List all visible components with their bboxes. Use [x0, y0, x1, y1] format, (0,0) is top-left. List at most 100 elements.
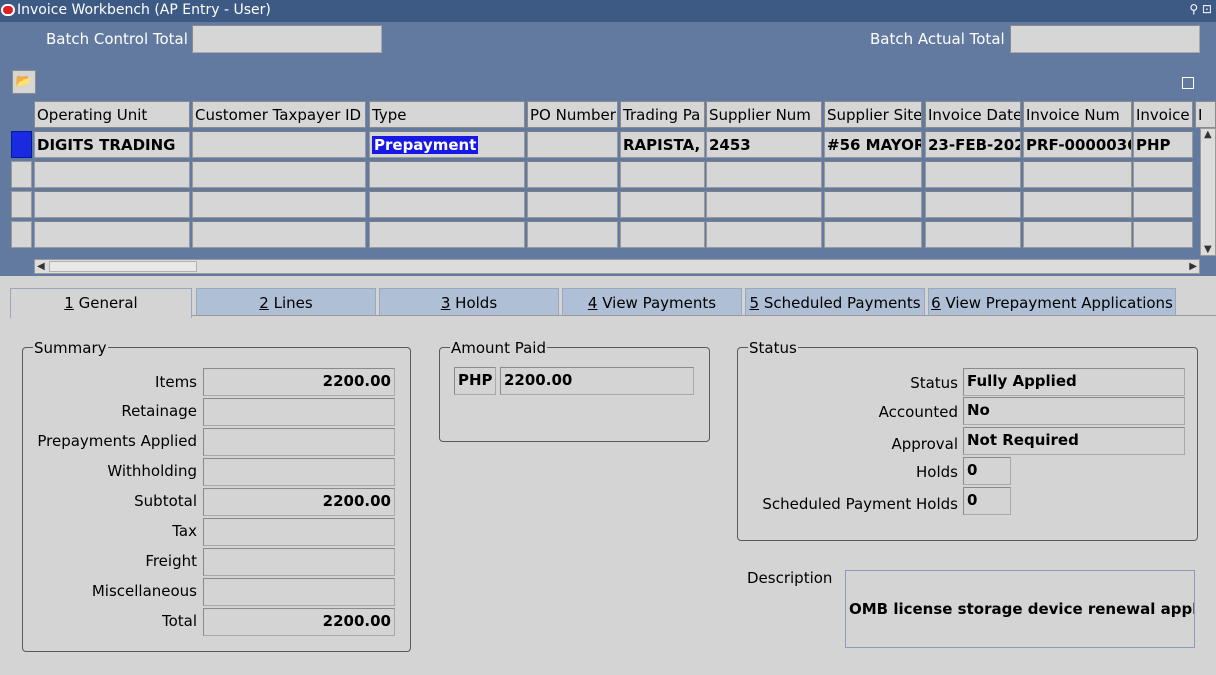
scrollbar-thumb[interactable]	[49, 261, 197, 272]
col-operating-unit[interactable]: Operating Unit	[34, 101, 190, 128]
tab-holds[interactable]: 3 Holds	[379, 288, 559, 316]
scroll-down-icon[interactable]: ▼	[1204, 244, 1212, 255]
tab-mnemonic: 6	[931, 294, 941, 312]
tab-view-payments[interactable]: 4 View Payments	[562, 288, 742, 316]
cell-invoice-num[interactable]: PRF-0000036	[1023, 131, 1132, 158]
freight-field[interactable]	[203, 548, 395, 576]
status-title: Status	[748, 339, 798, 357]
tax-label: Tax	[172, 522, 197, 540]
table-cell[interactable]	[620, 161, 705, 188]
table-cell[interactable]	[1133, 221, 1193, 248]
row-selector[interactable]	[11, 191, 32, 218]
row-selector[interactable]	[11, 161, 32, 188]
table-cell[interactable]	[34, 191, 190, 218]
table-cell[interactable]	[192, 221, 366, 248]
col-supplier-site[interactable]: Supplier Site	[824, 101, 922, 128]
items-field[interactable]: 2200.00	[203, 368, 395, 396]
col-invoice-num[interactable]: Invoice Num	[1023, 101, 1132, 128]
table-cell[interactable]	[192, 161, 366, 188]
cell-supplier-num[interactable]: 2453	[706, 131, 822, 158]
col-invoice-currency[interactable]: Invoice	[1133, 101, 1193, 128]
table-cell[interactable]	[527, 161, 618, 188]
scroll-up-icon[interactable]: ▲	[1204, 129, 1212, 140]
prepayments-applied-label: Prepayments Applied	[37, 432, 197, 450]
horizontal-scrollbar[interactable]: ◀ ▶	[34, 259, 1200, 274]
cell-type[interactable]: Prepayment	[369, 131, 525, 158]
oracle-logo-icon	[1, 4, 15, 16]
amount-paid-currency[interactable]: PHP	[454, 367, 496, 395]
table-cell[interactable]	[1023, 221, 1132, 248]
row-selector[interactable]	[11, 221, 32, 248]
table-cell[interactable]	[706, 191, 822, 218]
table-cell[interactable]	[192, 191, 366, 218]
cell-invoice-currency[interactable]: PHP	[1133, 131, 1193, 158]
scheduled-payment-holds-field[interactable]: 0	[963, 487, 1011, 515]
table-cell[interactable]	[824, 161, 922, 188]
window-controls[interactable]: ⚲ ⊡	[1189, 2, 1212, 16]
subtotal-field[interactable]: 2200.00	[203, 488, 395, 516]
miscellaneous-label: Miscellaneous	[91, 582, 197, 600]
col-trading-partner[interactable]: Trading Pa	[620, 101, 705, 128]
cell-supplier-site[interactable]: #56 MAYOR	[824, 131, 922, 158]
tab-general[interactable]: 1 General	[10, 288, 192, 318]
approval-field[interactable]: Not Required	[963, 427, 1185, 455]
row-selector-active[interactable]	[11, 131, 32, 158]
cell-trading-partner[interactable]: RAPISTA,	[620, 131, 705, 158]
table-cell[interactable]	[706, 221, 822, 248]
total-field[interactable]: 2200.00	[203, 608, 395, 636]
table-cell[interactable]	[620, 191, 705, 218]
accounted-field[interactable]: No	[963, 397, 1185, 425]
table-cell[interactable]	[34, 221, 190, 248]
cell-po-number[interactable]	[527, 131, 618, 158]
table-cell[interactable]	[527, 221, 618, 248]
table-cell[interactable]	[824, 221, 922, 248]
batch-actual-total-label: Batch Actual Total	[870, 30, 1005, 48]
batch-actual-total-field[interactable]	[1010, 25, 1200, 53]
table-cell[interactable]	[369, 161, 525, 188]
withholding-field[interactable]	[203, 458, 395, 486]
retainage-field[interactable]	[203, 398, 395, 426]
withholding-label: Withholding	[107, 462, 197, 480]
cell-customer-taxpayer-id[interactable]	[192, 131, 366, 158]
table-cell[interactable]	[925, 191, 1021, 218]
tax-field[interactable]	[203, 518, 395, 546]
col-invoice-date[interactable]: Invoice Date	[925, 101, 1021, 128]
batch-control-total-field[interactable]	[192, 25, 382, 53]
col-customer-taxpayer-id[interactable]: Customer Taxpayer ID	[192, 101, 366, 128]
miscellaneous-field[interactable]	[203, 578, 395, 606]
table-cell[interactable]	[706, 161, 822, 188]
table-cell[interactable]	[1023, 161, 1132, 188]
table-cell[interactable]	[1023, 191, 1132, 218]
prepayments-applied-field[interactable]	[203, 428, 395, 456]
tab-scheduled-payments[interactable]: 5 Scheduled Payments	[745, 288, 925, 316]
table-cell[interactable]	[1133, 191, 1193, 218]
table-cell[interactable]	[824, 191, 922, 218]
vertical-scrollbar[interactable]: ▲ ▼	[1200, 128, 1216, 256]
tab-label: Lines	[273, 294, 313, 312]
table-cell[interactable]	[369, 191, 525, 218]
table-cell[interactable]	[925, 161, 1021, 188]
tab-view-prepayment-applications[interactable]: 6 View Prepayment Applications	[928, 288, 1176, 316]
amount-paid-field[interactable]: 2200.00	[500, 367, 694, 395]
col-po-number[interactable]: PO Number	[527, 101, 618, 128]
description-field[interactable]: OMB license storage device renewal appli…	[845, 570, 1195, 648]
table-cell[interactable]	[527, 191, 618, 218]
table-cell[interactable]	[620, 221, 705, 248]
select-all-checkbox[interactable]	[1182, 77, 1194, 89]
scroll-left-icon[interactable]: ◀	[37, 261, 45, 272]
tab-lines[interactable]: 2 Lines	[196, 288, 376, 316]
table-cell[interactable]	[369, 221, 525, 248]
col-i[interactable]: I	[1195, 101, 1216, 128]
scroll-right-icon[interactable]: ▶	[1189, 261, 1197, 272]
col-supplier-num[interactable]: Supplier Num	[706, 101, 822, 128]
status-field[interactable]: Fully Applied	[963, 368, 1185, 396]
col-type[interactable]: Type	[369, 101, 525, 128]
cell-operating-unit[interactable]: DIGITS TRADING	[34, 131, 190, 158]
holds-field[interactable]: 0	[963, 457, 1011, 485]
table-cell[interactable]	[925, 221, 1021, 248]
cell-invoice-date[interactable]: 23-FEB-202	[925, 131, 1021, 158]
table-cell[interactable]	[1133, 161, 1193, 188]
table-cell[interactable]	[34, 161, 190, 188]
open-folder-icon[interactable]: 📂	[12, 70, 36, 94]
status-label: Status	[910, 374, 958, 392]
